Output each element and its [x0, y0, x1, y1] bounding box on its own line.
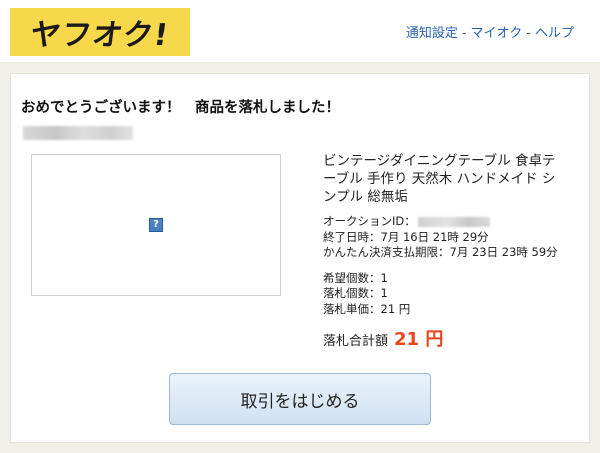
auction-id-row: オークションID：	[323, 214, 563, 230]
header: ヤフオク! 通知設定 - マイオク - ヘルプ	[0, 0, 600, 62]
unit-price: 落札単価：21 円	[323, 301, 411, 316]
start-transaction-button[interactable]: 取引をはじめる	[169, 373, 431, 425]
total-price: 落札合計額 21 円	[323, 325, 563, 351]
nav-help[interactable]: ヘルプ	[535, 26, 574, 41]
nav-separator: -	[461, 26, 467, 41]
logo-text: ヤフオク!	[28, 18, 172, 53]
seller-name-redacted	[23, 126, 133, 140]
auction-id-redacted	[417, 216, 490, 227]
total-label: 落札合計額	[323, 334, 389, 349]
item-image[interactable]: ?	[31, 154, 281, 296]
broken-image-icon: ?	[149, 218, 163, 232]
item-title[interactable]: ビンテージダイニングテーブル 食卓テーブル 手作り 天然木 ハンドメイド シンプ…	[323, 152, 563, 206]
desired-quantity: 希望個数：1	[323, 270, 388, 285]
nav-my-auction[interactable]: マイオク	[471, 26, 523, 41]
nav-notification-settings[interactable]: 通知設定	[406, 26, 458, 41]
item-info: ビンテージダイニングテーブル 食卓テーブル 手作り 天然木 ハンドメイド シンプ…	[323, 152, 563, 351]
end-time: 終了日時：7月 16日 21時 29分	[323, 229, 489, 244]
auction-id-label: オークションID：	[323, 214, 416, 228]
item-meta: オークションID： 終了日時：7月 16日 21時 29分 かんたん決済支払期限…	[323, 214, 563, 317]
win-notice-card: おめでとうございます！ 商品を落札しました！ ? ビンテージダイニングテーブル …	[10, 73, 590, 443]
nav-separator: -	[526, 26, 531, 41]
payment-deadline: かんたん決済支払期限：7月 23日 23時 59分	[323, 245, 558, 259]
yahuoku-logo[interactable]: ヤフオク!	[10, 8, 190, 56]
total-amount: 21 円	[394, 329, 444, 350]
won-quantity: 落札個数：1	[323, 286, 388, 300]
congrats-headline: おめでとうございます！ 商品を落札しました！	[21, 100, 340, 116]
top-nav: 通知設定 - マイオク - ヘルプ	[406, 22, 574, 41]
